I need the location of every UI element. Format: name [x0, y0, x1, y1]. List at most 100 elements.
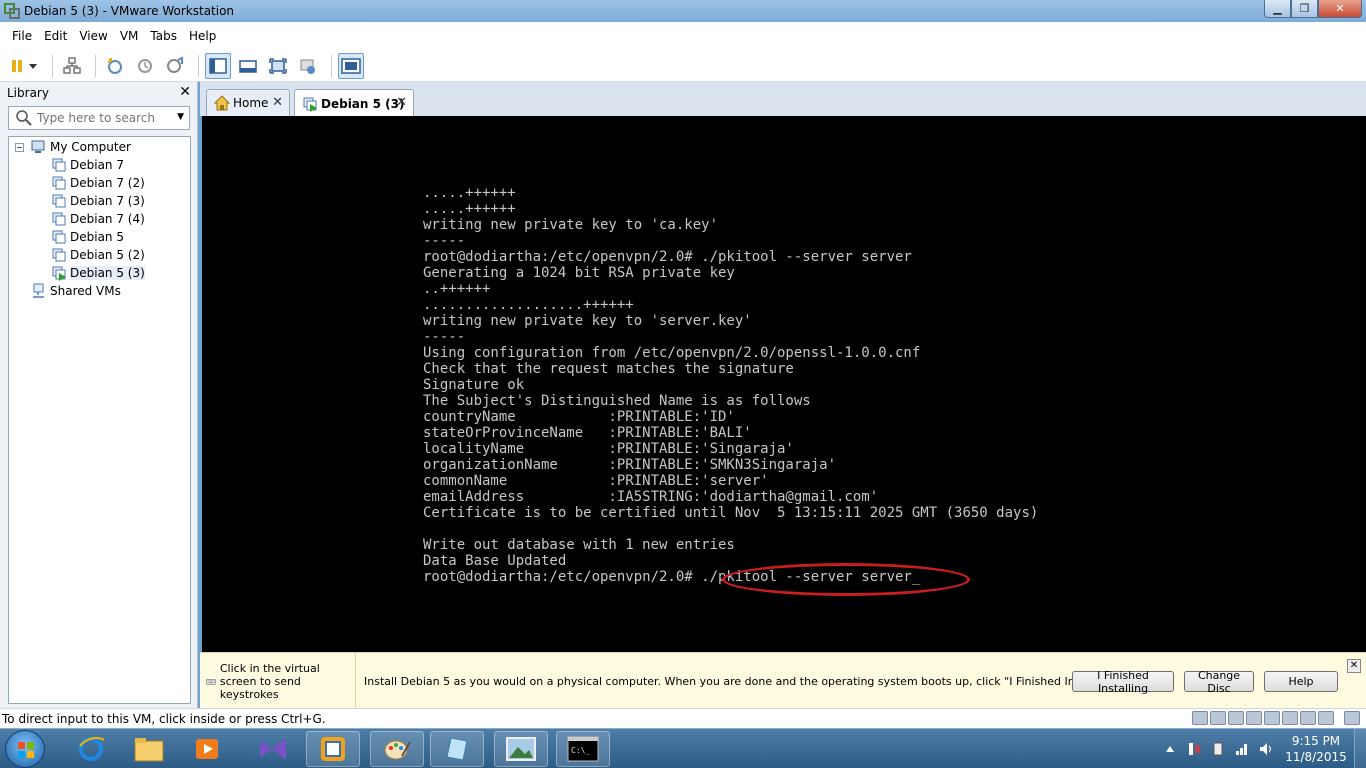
- pause-icon: [12, 59, 37, 72]
- unity-button[interactable]: [295, 53, 321, 79]
- shared-vms-icon: [33, 283, 44, 298]
- svg-text:C:\_: C:\_: [571, 746, 590, 755]
- tab-debian-label: Debian 5 (3): [321, 96, 405, 111]
- network-adapter-icon[interactable]: [1246, 711, 1262, 725]
- search-dropdown-arrow-icon[interactable]: ▼: [177, 112, 184, 122]
- tree-item-vm[interactable]: Debian 7: [51, 156, 124, 174]
- tree-item-label: Debian 7 (4): [70, 212, 145, 226]
- library-header: Library ✕: [0, 82, 197, 104]
- change-disc-button[interactable]: Change Disc: [1184, 669, 1254, 695]
- search-icon: [16, 110, 32, 126]
- red-annotation-circle: [722, 563, 970, 596]
- minimize-button[interactable]: ▁: [1264, 0, 1291, 18]
- window-titlebar[interactable]: Debian 5 (3) - VMware Workstation ▁ ❐ ✕: [0, 0, 1366, 22]
- revert-snapshot-button[interactable]: [132, 53, 158, 79]
- display-icon[interactable]: [1318, 711, 1334, 725]
- console-view-button[interactable]: [338, 52, 364, 79]
- quick-switch-button[interactable]: [235, 53, 261, 79]
- terminal-line: countryName :PRINTABLE:'ID': [423, 409, 735, 425]
- full-screen-icon: [269, 57, 287, 74]
- library-close-button[interactable]: ✕: [179, 84, 191, 100]
- unity-icon: [300, 59, 315, 74]
- show-hidden-icons-icon[interactable]: [1162, 741, 1178, 757]
- sidebar-icon: [209, 57, 227, 74]
- network-adapter-icon[interactable]: [1228, 711, 1244, 725]
- tree-item-vm[interactable]: Debian 7 (3): [51, 192, 145, 210]
- hard-disk-icon[interactable]: [1192, 711, 1208, 725]
- tab-debian-close-icon[interactable]: ✕: [396, 95, 407, 110]
- clock-date: 11/8/2015: [1285, 750, 1347, 764]
- help-button[interactable]: Help: [1264, 671, 1338, 692]
- hint-bar-close-button[interactable]: ✕: [1347, 659, 1361, 673]
- tab-home[interactable]: Home ✕: [206, 89, 290, 116]
- send-ctrl-alt-del-button[interactable]: [59, 53, 85, 79]
- library-search-input[interactable]: [37, 111, 167, 125]
- tree-item-vm[interactable]: Debian 7 (2): [51, 174, 145, 192]
- taskbar-notepad[interactable]: [430, 731, 484, 767]
- cd-dvd-icon[interactable]: [1210, 711, 1226, 725]
- network-status-icon[interactable]: [1234, 741, 1250, 757]
- snapshot-manager-icon: [167, 55, 183, 73]
- close-button[interactable]: ✕: [1318, 0, 1362, 18]
- folder-icon: [134, 738, 164, 762]
- show-desktop-button[interactable]: [1354, 729, 1366, 768]
- menu-tabs[interactable]: Tabs: [144, 29, 183, 43]
- click-to-send-keystrokes-area[interactable]: Click in the virtual screen to send keys…: [200, 653, 356, 709]
- taskbar-command-prompt[interactable]: C:\_: [556, 731, 610, 767]
- media-player-icon: [196, 739, 218, 759]
- volume-icon[interactable]: [1258, 741, 1274, 757]
- menu-edit[interactable]: Edit: [38, 29, 73, 43]
- printer-icon[interactable]: [1282, 711, 1298, 725]
- tab-debian-5-3[interactable]: Debian 5 (3) ✕: [294, 89, 414, 117]
- tree-item-my-computer[interactable]: My Computer: [31, 138, 131, 156]
- menu-help[interactable]: Help: [183, 29, 222, 43]
- tree-item-vm-selected[interactable]: Debian 5 (3): [51, 264, 145, 282]
- taskbar-vmware-workstation[interactable]: [306, 731, 360, 767]
- tree-item-shared-vms[interactable]: Shared VMs: [31, 282, 121, 300]
- tab-home-label: Home: [233, 96, 269, 110]
- windows-taskbar: C:\_ 9:15 PM 11/8/2015: [0, 728, 1366, 768]
- network-icon: [63, 56, 81, 74]
- take-snapshot-button[interactable]: [102, 53, 128, 79]
- tree-item-label: Shared VMs: [50, 284, 121, 298]
- sound-card-icon[interactable]: [1300, 711, 1316, 725]
- start-button[interactable]: [5, 730, 45, 768]
- toolbar: [0, 50, 1366, 82]
- taskbar-internet-explorer[interactable]: [64, 731, 118, 767]
- snapshot-manager-button[interactable]: [162, 53, 188, 79]
- vm-icon: [52, 176, 66, 190]
- message-log-icon[interactable]: [1344, 711, 1360, 725]
- usb-device-icon[interactable]: [1210, 741, 1226, 757]
- action-center-icon[interactable]: [1186, 741, 1202, 757]
- power-pause-button[interactable]: [6, 53, 42, 79]
- taskbar-photo-viewer[interactable]: [494, 731, 548, 767]
- show-library-button[interactable]: [205, 52, 231, 79]
- tree-item-label: My Computer: [50, 140, 131, 154]
- taskbar-media-player[interactable]: [180, 731, 234, 767]
- vm-running-icon: [303, 97, 317, 112]
- statusbar: To direct input to this VM, click inside…: [0, 708, 1366, 728]
- clock-time: 9:15 PM: [1291, 734, 1341, 748]
- tab-home-close-icon[interactable]: ✕: [272, 95, 283, 110]
- menu-view[interactable]: View: [73, 29, 113, 43]
- terminal-line: localityName :PRINTABLE:'Singaraja': [423, 441, 794, 457]
- taskbar-visual-studio[interactable]: [246, 731, 300, 767]
- tree-item-vm[interactable]: Debian 5 (2): [51, 246, 145, 264]
- full-screen-button[interactable]: [265, 53, 291, 79]
- terminal-line: organizationName :PRINTABLE:'SMKN3Singar…: [423, 457, 837, 473]
- menu-file[interactable]: File: [6, 29, 38, 43]
- taskbar-clock[interactable]: 9:15 PM 11/8/2015: [1278, 733, 1354, 765]
- tree-item-vm[interactable]: Debian 5: [51, 228, 124, 246]
- usb-controller-icon[interactable]: [1264, 711, 1280, 725]
- taskbar-file-explorer[interactable]: [122, 731, 176, 767]
- terminal-line: -----: [423, 329, 466, 345]
- i-finished-installing-button[interactable]: I Finished Installing: [1072, 669, 1174, 695]
- terminal-line: -----: [423, 233, 466, 249]
- menu-vm[interactable]: VM: [114, 29, 145, 43]
- library-search-box[interactable]: ▼: [8, 106, 190, 130]
- restore-button[interactable]: ❐: [1291, 0, 1318, 18]
- tree-expander-my-computer[interactable]: −: [15, 143, 24, 152]
- tree-item-vm[interactable]: Debian 7 (4): [51, 210, 145, 228]
- taskbar-paint[interactable]: [370, 731, 424, 767]
- vm-console-screen[interactable]: .....++++++ .....++++++ writing new privat…: [202, 116, 1366, 652]
